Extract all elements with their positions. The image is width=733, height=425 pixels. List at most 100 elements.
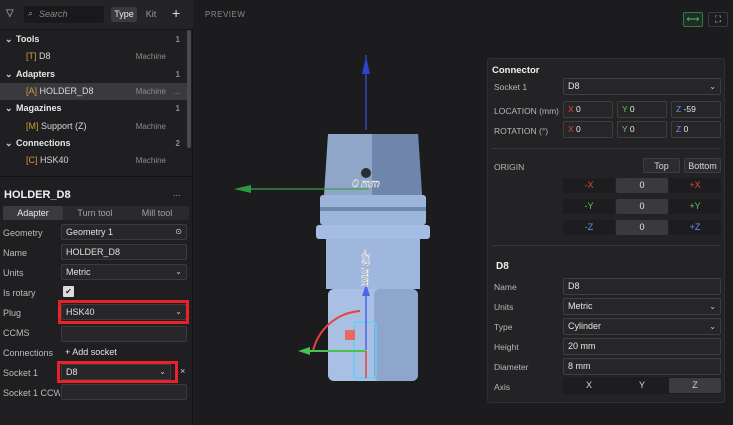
axis-segmented: X Y Z <box>563 377 721 394</box>
origin-pos-button[interactable]: +Y <box>669 199 721 214</box>
tree-label: Tools <box>16 34 40 44</box>
socket-label: Socket 1 <box>494 82 528 92</box>
geometry-select[interactable]: Geometry 1 ⊙ <box>61 224 187 240</box>
chevron-down-icon[interactable]: ⌄ <box>5 100 13 117</box>
name-label: Name <box>3 248 28 258</box>
connector-title: Connector <box>492 65 540 76</box>
dim-label-side: -59 mm <box>359 249 371 286</box>
tree-category[interactable]: ⌄ Connections 2 <box>0 135 188 152</box>
tree-item[interactable]: [C] HSK40 Machine <box>0 152 188 169</box>
rotary-checkbox[interactable]: ✔ <box>63 286 74 297</box>
tool-units-label: Units <box>494 302 514 312</box>
socket1-remove-icon[interactable]: × <box>180 366 185 376</box>
tree-category[interactable]: ⌄ Adapters 1 <box>0 66 188 83</box>
origin-pos-button[interactable]: +Z <box>669 220 721 235</box>
rotation-y-input[interactable]: Y 0 <box>617 121 667 138</box>
ccms-input[interactable] <box>61 326 187 342</box>
tree-prefix: [T] <box>26 51 37 62</box>
location-x-input[interactable]: X 0 <box>563 101 613 118</box>
origin-neg-button[interactable]: -X <box>563 178 615 193</box>
chevron-down-icon: ⌄ <box>709 82 716 91</box>
add-socket-button[interactable]: + Add socket <box>65 347 117 357</box>
tree-more-icon[interactable]: ... <box>173 83 180 100</box>
z-label: Z <box>676 124 682 134</box>
tree-type: Machine <box>135 156 166 166</box>
location-z-input[interactable]: Z -59 <box>671 101 721 118</box>
socket1-ccw-input[interactable] <box>61 384 187 400</box>
props-title: HOLDER_D8 <box>4 189 71 201</box>
tool-type-value: Cylinder <box>568 321 602 331</box>
divider <box>492 148 720 149</box>
tree-category[interactable]: ⌄ Magazines 1 <box>0 100 188 117</box>
tree-item[interactable]: [A] HOLDER_D8 Machine... <box>0 82 188 100</box>
props-more-icon[interactable]: ... <box>173 188 181 198</box>
socket-select[interactable]: D8 ⌄ <box>563 78 721 95</box>
tool-diameter-input[interactable]: 8 mm <box>563 358 721 375</box>
y-label: Y <box>622 104 628 114</box>
tree-count: 1 <box>175 69 180 79</box>
origin-value[interactable]: 0 <box>616 220 668 235</box>
tree-item[interactable]: [T] D8 Machine <box>0 48 188 65</box>
tool-type-label: Type <box>494 322 513 332</box>
tool-type-select[interactable]: Cylinder ⌄ <box>563 318 721 335</box>
tool-units-select[interactable]: Metric ⌄ <box>563 298 721 315</box>
tab-mill-tool[interactable]: Mill tool <box>127 206 187 220</box>
tool-height-input[interactable]: 20 mm <box>563 338 721 355</box>
geometry-value: Geometry 1 <box>66 227 114 237</box>
tab-turn-tool[interactable]: Turn tool <box>65 206 125 220</box>
chevron-down-icon: ⌄ <box>709 302 716 311</box>
axis-y-option[interactable]: Y <box>616 378 668 393</box>
axis-x-option[interactable]: X <box>563 378 615 393</box>
axis-z-option[interactable]: Z <box>669 378 721 393</box>
top-button[interactable]: Top <box>643 158 680 173</box>
origin-neg-button[interactable]: -Y <box>563 199 615 214</box>
rotation-z-input[interactable]: Z 0 <box>671 121 721 138</box>
tree-type: Machine <box>135 121 166 131</box>
loc-y-value: 0 <box>629 104 635 114</box>
tab-adapter[interactable]: Adapter <box>3 206 63 220</box>
holder-collar <box>316 225 430 239</box>
origin-neg-button[interactable]: -Z <box>563 220 615 235</box>
chevron-down-icon[interactable]: ⌄ <box>5 135 13 152</box>
tool-name-input[interactable]: D8 <box>563 278 721 295</box>
tree-label: [T] D8 <box>26 51 51 62</box>
socket-marker <box>345 330 355 340</box>
tree-list: ⌄ Tools 1 [T] D8 Machine ⌄ Adapters 1 [A] HOLDER… <box>0 31 188 171</box>
chevron-down-icon[interactable]: ⌄ <box>5 66 13 83</box>
origin-value[interactable]: 0 <box>616 178 668 193</box>
tree-category[interactable]: ⌄ Tools 1 <box>0 31 188 48</box>
location-y-input[interactable]: Y 0 <box>617 101 667 118</box>
tool-name-label: Name <box>494 282 517 292</box>
tree-toolbar: ▽ ⌕ Search Type Kit + <box>0 0 193 30</box>
type-toggle[interactable]: Type <box>111 7 137 22</box>
holder-body <box>326 239 420 289</box>
chevron-down-icon[interactable]: ⌄ <box>5 31 13 48</box>
tree-count: 2 <box>175 138 180 148</box>
tree-scrollbar[interactable] <box>187 30 191 148</box>
filter-icon[interactable]: ▽ <box>6 8 14 19</box>
y-label: Y <box>622 124 628 134</box>
origin-value[interactable]: 0 <box>616 199 668 214</box>
tree-item[interactable]: [M] Support (Z) Machine <box>0 118 188 135</box>
divider <box>492 245 720 246</box>
tool-diameter-label: Diameter <box>494 362 529 372</box>
tool-axis-label: Axis <box>494 382 511 392</box>
bottom-button[interactable]: Bottom <box>684 158 721 173</box>
tree-prefix: [A] <box>26 85 38 96</box>
rotation-x-input[interactable]: X 0 <box>563 121 613 138</box>
name-input[interactable]: HOLDER_D8 <box>61 244 187 260</box>
x-label: X <box>568 124 574 134</box>
socket1-label: Socket 1 <box>3 368 39 378</box>
socket1-highlight <box>57 361 178 383</box>
socket1-ccw-label: Socket 1 CCW <box>3 388 60 398</box>
units-select[interactable]: Metric ⌄ <box>61 264 187 280</box>
kit-toggle[interactable]: Kit <box>140 7 162 22</box>
add-button[interactable]: + <box>172 5 180 21</box>
units-value: Metric <box>66 267 91 277</box>
z-label: Z <box>676 104 682 114</box>
tree-label: [A] HOLDER_D8 <box>26 85 94 96</box>
socket-y-arrow <box>298 347 310 355</box>
search-input[interactable]: ⌕ Search <box>24 6 104 23</box>
origin-pos-button[interactable]: +X <box>669 178 721 193</box>
tool-height-label: Height <box>494 342 519 352</box>
